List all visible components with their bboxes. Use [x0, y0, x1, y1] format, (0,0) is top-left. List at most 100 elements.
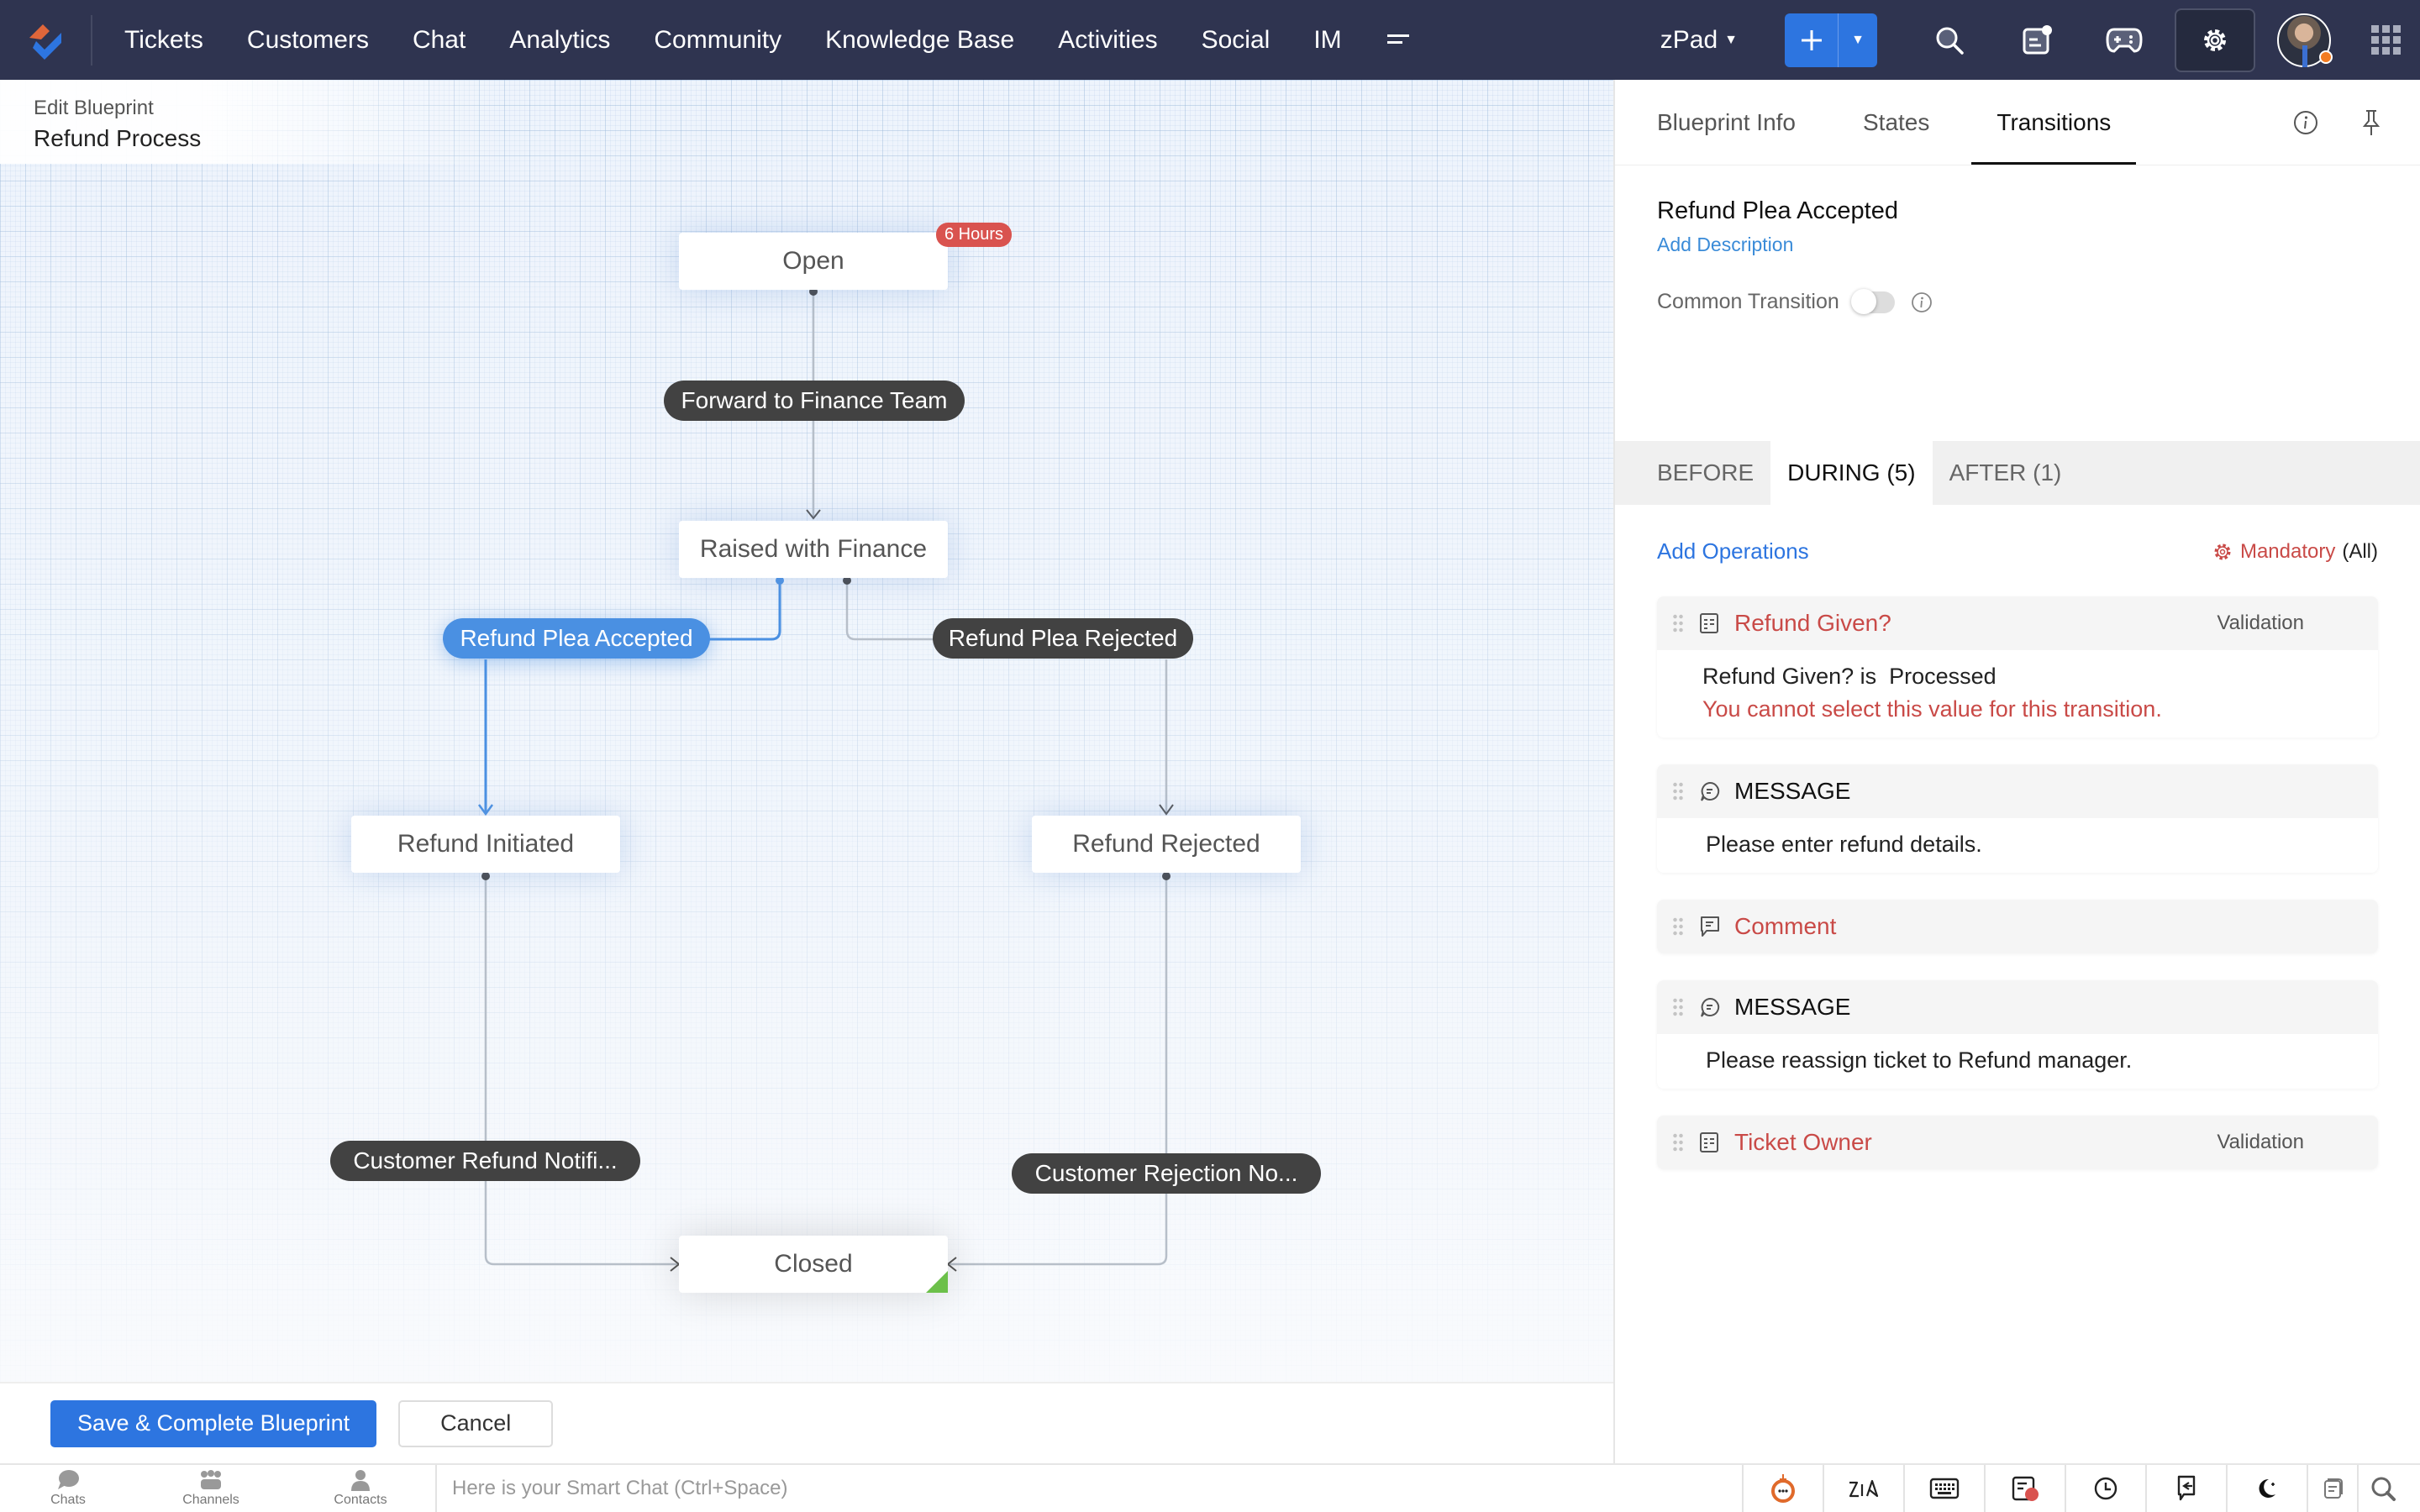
- user-avatar[interactable]: [2277, 13, 2333, 67]
- state-node-refund-initiated[interactable]: Refund Initiated: [351, 816, 620, 873]
- global-search-button[interactable]: [2357, 1465, 2407, 1512]
- smart-chat-input[interactable]: Here is your Smart Chat (Ctrl+Space): [435, 1465, 1742, 1512]
- drag-handle[interactable]: [1672, 781, 1684, 801]
- dark-mode-button[interactable]: [2226, 1465, 2307, 1512]
- drag-handle[interactable]: [1672, 613, 1684, 633]
- nav-chat[interactable]: Chat: [413, 26, 466, 55]
- bottom-tab-label: Channels: [182, 1493, 239, 1507]
- mandatory-label: Mandatory: [2239, 539, 2336, 563]
- bottom-tab-chats[interactable]: Chats: [0, 1465, 136, 1512]
- nav-customers[interactable]: Customers: [247, 26, 369, 55]
- channels-icon: [201, 1470, 221, 1489]
- search-button[interactable]: [1906, 0, 1993, 80]
- contact-icon: [351, 1470, 370, 1491]
- nav-tickets[interactable]: Tickets: [124, 26, 203, 55]
- subtab-before[interactable]: BEFORE: [1657, 441, 1770, 505]
- zia-button[interactable]: [1823, 1465, 1903, 1512]
- operation-title[interactable]: Ticket Owner: [1734, 1129, 2217, 1156]
- caret-down-icon: ▼: [1851, 32, 1865, 47]
- switch-button[interactable]: [2145, 1465, 2226, 1512]
- nav-community[interactable]: Community: [654, 26, 781, 55]
- cancel-button[interactable]: Cancel: [398, 1399, 554, 1447]
- nav-activities[interactable]: Activities: [1058, 26, 1157, 55]
- app-logo[interactable]: [0, 14, 92, 66]
- state-node-open[interactable]: Open 6 Hours: [679, 223, 1012, 290]
- transition-customer-rejection-notification[interactable]: Customer Rejection No...: [1012, 1153, 1321, 1194]
- notes-icon: [2023, 24, 2052, 54]
- info-icon[interactable]: [2292, 109, 2319, 136]
- info-icon[interactable]: [1910, 291, 1933, 314]
- notes-button[interactable]: [1984, 1465, 2065, 1512]
- pin-icon[interactable]: [2360, 108, 2383, 137]
- search-icon: [1936, 27, 1964, 55]
- field-icon: [1699, 1131, 1721, 1153]
- nav-analytics[interactable]: Analytics: [509, 26, 610, 55]
- settings-button[interactable]: [2175, 8, 2255, 72]
- gear-icon: [2214, 543, 2231, 559]
- portal-name: zPad: [1660, 25, 1718, 54]
- add-operations-link[interactable]: Add Operations: [1657, 538, 1809, 564]
- field-icon: [1699, 612, 1721, 634]
- connector-dot: [1162, 872, 1171, 880]
- common-transition-row: Common Transition: [1657, 288, 2378, 314]
- tab-blueprint-info[interactable]: Blueprint Info: [1657, 80, 1796, 165]
- add-description-link[interactable]: Add Description: [1657, 234, 1793, 256]
- bot-button[interactable]: [1742, 1465, 1823, 1512]
- panel-tabs: Blueprint Info States Transitions: [1615, 80, 2420, 165]
- switch-icon: [2177, 1475, 2196, 1501]
- transition-refund-plea-rejected[interactable]: Refund Plea Rejected: [933, 618, 1193, 659]
- state-label: Refund Rejected: [1072, 830, 1260, 858]
- bottom-tab-channels[interactable]: Channels: [136, 1465, 286, 1512]
- subtab-during[interactable]: DURING (5): [1770, 441, 1933, 505]
- time-tracker-button[interactable]: [2065, 1465, 2145, 1512]
- transition-refund-plea-accepted[interactable]: Refund Plea Accepted: [443, 618, 710, 659]
- operation-card: MESSAGE Please reassign ticket to Refund…: [1657, 980, 2378, 1089]
- grid-icon: [2371, 24, 2401, 55]
- chat-bubble-icon: [58, 1470, 79, 1489]
- add-dropdown-button[interactable]: ▼: [1839, 13, 1877, 67]
- transition-forward-to-finance[interactable]: Forward to Finance Team: [664, 381, 965, 421]
- nav-knowledge-base[interactable]: Knowledge Base: [825, 26, 1014, 55]
- keyboard-icon: [1929, 1478, 1960, 1499]
- operation-title[interactable]: MESSAGE: [1734, 994, 2363, 1021]
- bottom-tab-contacts[interactable]: Contacts: [286, 1465, 435, 1512]
- operation-title[interactable]: Comment: [1734, 913, 2363, 940]
- portal-switcher[interactable]: zPad ▼: [1660, 26, 1738, 55]
- game-button[interactable]: [2081, 0, 2168, 80]
- message-icon: [1699, 780, 1721, 802]
- state-node-closed[interactable]: Closed: [679, 1236, 948, 1293]
- subtab-after[interactable]: AFTER (1): [1933, 441, 2079, 505]
- state-node-refund-rejected[interactable]: Refund Rejected: [1032, 816, 1301, 873]
- operation-message: Please enter refund details.: [1706, 832, 1982, 857]
- state-node-raised-with-finance[interactable]: Raised with Finance: [679, 521, 948, 578]
- operation-title[interactable]: Refund Given?: [1734, 610, 2217, 637]
- operation-title[interactable]: MESSAGE: [1734, 778, 2363, 805]
- save-complete-blueprint-button[interactable]: Save & Complete Blueprint: [50, 1399, 377, 1447]
- bot-icon: [1771, 1474, 1795, 1503]
- apps-grid-button[interactable]: [2353, 24, 2420, 57]
- docs-button[interactable]: [2307, 1465, 2357, 1512]
- drag-handle[interactable]: [1672, 997, 1684, 1017]
- docs-icon: [2324, 1478, 2343, 1499]
- bottom-tab-label: Chats: [50, 1493, 86, 1507]
- connector-raised-accepted: [706, 580, 781, 641]
- message-icon: [1699, 996, 1721, 1018]
- state-label: Closed: [774, 1250, 853, 1278]
- quick-add-button-group: ▼: [1785, 13, 1877, 67]
- nav-im[interactable]: IM: [1313, 26, 1341, 55]
- drag-handle[interactable]: [1672, 916, 1684, 937]
- tab-states[interactable]: States: [1863, 80, 1929, 165]
- add-button[interactable]: [1785, 13, 1839, 67]
- blueprint-canvas[interactable]: Edit Blueprint Refund Process Open 6 Hou…: [0, 80, 1613, 1382]
- more-menu-icon[interactable]: [1386, 24, 1411, 55]
- nav-social[interactable]: Social: [1202, 26, 1270, 55]
- tab-transitions[interactable]: Transitions: [1971, 80, 2137, 165]
- sla-badge: 6 Hours: [935, 223, 1012, 247]
- mandatory-settings[interactable]: Mandatory (All): [2212, 540, 2378, 564]
- drag-handle[interactable]: [1672, 1132, 1684, 1152]
- keyboard-shortcuts-button[interactable]: [1903, 1465, 1984, 1512]
- notes-button[interactable]: [1993, 0, 2081, 80]
- common-transition-toggle[interactable]: [1850, 288, 1895, 314]
- transition-customer-refund-notification[interactable]: Customer Refund Notifi...: [330, 1141, 640, 1181]
- operation-condition: Refund Given? is Processed: [1702, 664, 1996, 689]
